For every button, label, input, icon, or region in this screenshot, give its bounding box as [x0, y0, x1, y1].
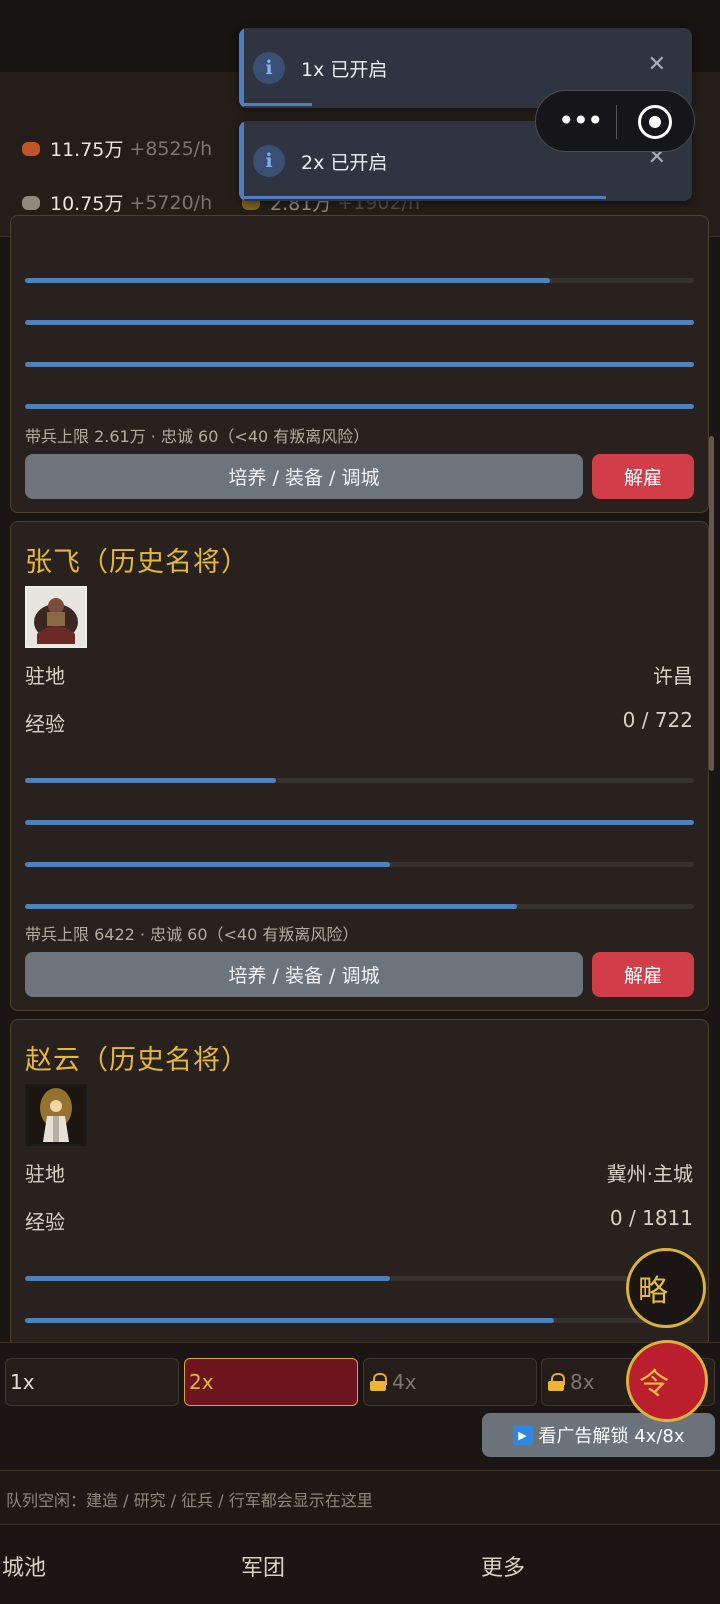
speed-label: 1x [10, 1370, 35, 1394]
info-icon: i [253, 145, 285, 177]
food-icon [22, 141, 40, 156]
close-miniprogram-icon[interactable] [638, 105, 672, 139]
station-label: 驻地 [25, 1162, 65, 1186]
toast-message: 2x 已开启 [301, 152, 388, 174]
tab-more[interactable]: 更多 [481, 1550, 525, 1582]
resource-food: 11.75万 +8525/h [22, 135, 212, 162]
lock-icon [370, 1373, 387, 1391]
stat-bar [25, 278, 694, 283]
station-value: 许昌 [653, 664, 693, 688]
speed-4x-button[interactable]: 4x [363, 1358, 537, 1406]
experience-label: 经验 [25, 712, 65, 736]
tab-army[interactable]: 军团 [241, 1550, 285, 1582]
general-card: 赵云（历史名将） 驻地 冀州·主城 经验 0 / 1811 [10, 1019, 709, 1379]
stone-icon [22, 195, 40, 210]
ad-button-label: 看广告解锁 4x/8x [538, 1426, 685, 1447]
stat-bar [25, 1318, 694, 1323]
stat-bar [25, 820, 694, 825]
train-equip-transfer-button[interactable]: 培养 / 装备 / 调城 [25, 454, 583, 499]
station-value: 冀州·主城 [606, 1162, 693, 1186]
scrollbar[interactable] [709, 436, 714, 771]
resource-stone-value: 10.75万 [50, 193, 124, 215]
info-icon: i [253, 52, 285, 84]
tab-city[interactable]: 城池 [2, 1550, 46, 1582]
speed-label: 4x [392, 1370, 417, 1394]
dismiss-button[interactable]: 解雇 [592, 454, 694, 499]
general-name: 赵云（历史名将） [25, 1045, 249, 1076]
general-portrait[interactable] [25, 1084, 87, 1146]
stat-bar [25, 362, 694, 367]
train-equip-transfer-button[interactable]: 培养 / 装备 / 调城 [25, 952, 583, 997]
troop-loyalty-info: 带兵上限 2.61万 · 忠诚 60（<40 有叛离风险） [25, 427, 370, 446]
speed-label: 8x [570, 1370, 595, 1394]
general-name: 张飞（历史名将） [25, 547, 249, 578]
resource-stone-rate: +5720/h [129, 191, 213, 214]
general-portrait[interactable] [25, 586, 87, 648]
lock-icon [548, 1373, 565, 1391]
speed-2x-button[interactable]: 2x [184, 1358, 358, 1406]
resource-food-value: 11.75万 [50, 139, 124, 161]
general-card: 带兵上限 2.61万 · 忠诚 60（<40 有叛离风险） 培养 / 装备 / … [10, 215, 709, 513]
stat-bar [25, 404, 694, 409]
experience-label: 经验 [25, 1210, 65, 1234]
toast-timer-bar [244, 196, 607, 199]
bottom-tab-bar: 城池 军团 更多 [0, 1526, 720, 1604]
dismiss-button[interactable]: 解雇 [592, 952, 694, 997]
play-icon: ▶ [512, 1425, 533, 1445]
miniprogram-capsule: ••• [535, 90, 695, 152]
stat-bar [25, 904, 694, 909]
close-icon[interactable]: ✕ [648, 52, 666, 77]
stat-bar [25, 778, 694, 783]
speed-1x-button[interactable]: 1x [5, 1358, 179, 1406]
experience-value: 0 / 1811 [609, 1206, 693, 1230]
stat-bar [25, 1276, 694, 1281]
troop-loyalty-info: 带兵上限 6422 · 忠诚 60（<40 有叛离风险） [25, 925, 359, 944]
toast-timer-bar [244, 103, 312, 106]
resource-stone: 10.75万 +5720/h [22, 189, 212, 216]
resource-food-rate: +8525/h [129, 137, 213, 160]
experience-value: 0 / 722 [622, 708, 693, 732]
toast-message: 1x 已开启 [301, 59, 388, 81]
more-menu-icon[interactable]: ••• [558, 104, 604, 137]
queue-status-text: 队列空闲：建造 / 研究 / 征兵 / 行军都会显示在这里 [6, 1491, 373, 1510]
general-card: 张飞（历史名将） 驻地 许昌 经验 0 / 722 带兵上限 6422 · 忠诚… [10, 521, 709, 1011]
station-label: 驻地 [25, 664, 65, 688]
queue-status-bar: 队列空闲：建造 / 研究 / 征兵 / 行军都会显示在这里 [0, 1470, 720, 1525]
speed-label: 2x [189, 1370, 214, 1394]
stat-bar [25, 862, 694, 867]
command-button[interactable]: 令 [626, 1340, 708, 1422]
stat-bar [25, 320, 694, 325]
strategy-button[interactable]: 略 [626, 1248, 706, 1328]
